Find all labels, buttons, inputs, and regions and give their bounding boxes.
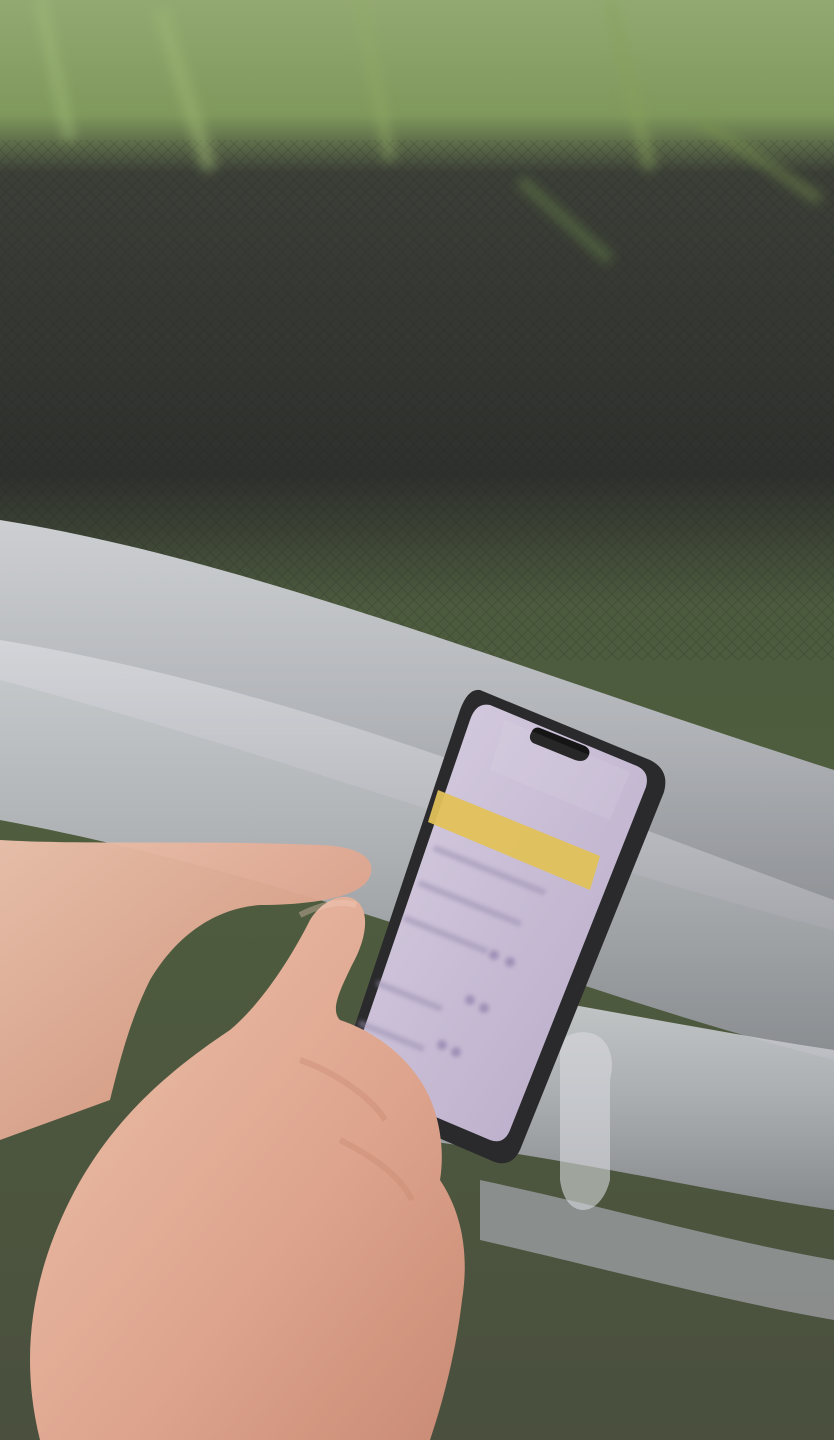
photo-scene (0, 0, 834, 1440)
scene-svg (0, 0, 834, 1440)
